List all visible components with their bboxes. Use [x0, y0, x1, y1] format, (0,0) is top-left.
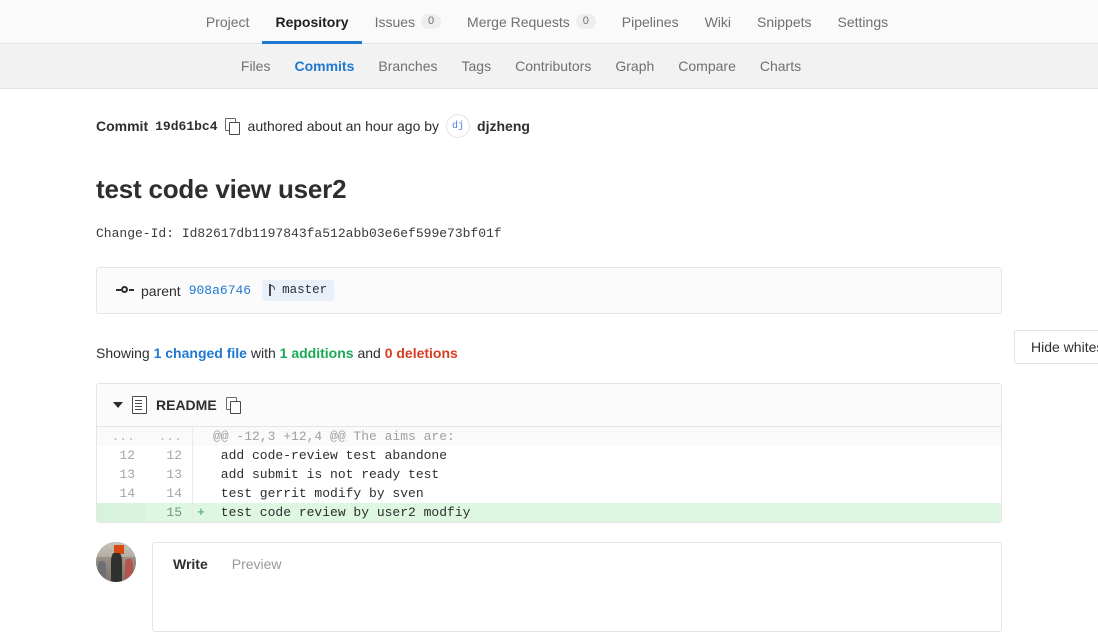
diff-line-marker — [193, 484, 209, 503]
subnav-item-files[interactable]: Files — [229, 58, 283, 74]
commit-label: Commit — [96, 118, 149, 134]
nav-item-pipelines[interactable]: Pipelines — [609, 0, 692, 43]
parent-label: parent — [141, 282, 181, 299]
diff-stats-text: Showing 1 changed file with 1 additions … — [96, 345, 458, 361]
hide-whitespace-button[interactable]: Hide whitespace changes — [1014, 330, 1098, 365]
diff-row: 13 13 add submit is not ready test — [97, 465, 1001, 485]
diff-old-line-number[interactable]: 13 — [97, 465, 145, 484]
copy-file-path-icon[interactable] — [225, 397, 242, 415]
authored-text: authored about an hour ago by — [247, 118, 440, 134]
subnav-item-commits[interactable]: Commits — [282, 58, 366, 74]
diff-stats-row: Showing 1 changed file with 1 additions … — [96, 330, 1098, 365]
diff-old-line-number[interactable]: 14 — [97, 484, 145, 503]
merge-requests-count-badge: 0 — [575, 14, 596, 29]
nav-label: Wiki — [704, 13, 732, 30]
diff-new-line-number[interactable]: 13 — [145, 465, 193, 485]
nav-label: Settings — [837, 13, 889, 30]
author-name[interactable]: djzheng — [477, 118, 530, 134]
comment-editor: Write Preview — [152, 542, 1002, 632]
nav-label: Pipelines — [621, 13, 679, 30]
nav-item-project[interactable]: Project — [193, 0, 263, 43]
deletions-count: 0 deletions — [384, 345, 458, 362]
comment-editor-tabs: Write Preview — [153, 543, 1001, 582]
diff-old-line-number[interactable]: ... — [97, 427, 145, 446]
diff-line-code: @@ -12,3 +12,4 @@ The aims are: — [213, 429, 455, 445]
nav-item-settings[interactable]: Settings — [825, 0, 902, 43]
comment-form-area: Write Preview — [96, 542, 1002, 632]
branch-name: master — [282, 283, 328, 298]
branch-badge[interactable]: master — [262, 280, 335, 302]
copy-sha-icon[interactable] — [224, 118, 241, 135]
nav-item-snippets[interactable]: Snippets — [744, 0, 824, 43]
diff-new-line-number[interactable]: 14 — [145, 484, 193, 504]
issues-count-badge: 0 — [421, 14, 442, 29]
and-label: and — [357, 345, 381, 362]
commit-title: test code view user2 — [96, 174, 347, 204]
diff-new-line-number[interactable]: ... — [145, 427, 193, 447]
additions-count: 1 additions — [279, 345, 354, 362]
primary-navigation: Project Repository Issues 0 Merge Reques… — [0, 0, 1098, 44]
diff-line-marker: + — [197, 505, 205, 521]
parent-sha-link[interactable]: 908a6746 — [189, 283, 251, 298]
commit-description: Change-Id: Id82617db1197843fa512abb03e6e… — [96, 226, 502, 242]
diff-row: 14 14 test gerrit modify by sven — [97, 484, 1001, 504]
nav-item-merge-requests[interactable]: Merge Requests 0 — [454, 0, 609, 43]
nav-label: Snippets — [757, 13, 812, 30]
diff-row-added: 15 + test code review by user2 modfiy — [97, 503, 1001, 523]
changed-files-count: 1 changed file — [153, 345, 247, 362]
commit-metadata-row: Commit 19d61bc4 authored about an hour a… — [96, 89, 1002, 138]
nav-label: Merge Requests — [467, 13, 570, 30]
diff-line-marker — [193, 446, 209, 465]
diff-file-card: README ... ... @@ -12,3 +12,4 @@ The aim… — [96, 383, 1002, 524]
with-label: with — [250, 345, 276, 362]
diff-file-name[interactable]: README — [156, 397, 217, 413]
diff-line-code: add code-review test abandone — [213, 448, 448, 464]
chevron-down-icon[interactable] — [113, 402, 123, 409]
subnav-item-graph[interactable]: Graph — [603, 58, 666, 74]
file-icon — [132, 396, 147, 415]
branch-icon — [268, 284, 277, 297]
nav-label: Issues — [374, 13, 416, 30]
diff-row: 12 12 add code-review test abandone — [97, 446, 1001, 466]
author-avatar[interactable]: dj — [446, 114, 471, 138]
showing-label: Showing — [96, 345, 150, 362]
nav-label: Project — [205, 13, 250, 30]
diff-old-line-number[interactable]: 12 — [97, 446, 145, 465]
author-avatar-initials: dj — [452, 120, 465, 132]
diff-line-marker — [193, 465, 209, 484]
subnav-item-tags[interactable]: Tags — [450, 58, 504, 74]
subnav-item-compare[interactable]: Compare — [666, 58, 748, 74]
primary-navigation-items: Project Repository Issues 0 Merge Reques… — [193, 0, 902, 44]
diff-line-marker — [193, 427, 209, 446]
diff-line-code: add submit is not ready test — [213, 467, 440, 483]
tab-preview[interactable]: Preview — [232, 556, 282, 582]
repository-subnavigation-items: Files Commits Branches Tags Contributors… — [229, 58, 813, 74]
diff-row: ... ... @@ -12,3 +12,4 @@ The aims are: — [97, 427, 1001, 447]
commit-node-icon — [116, 285, 134, 297]
tab-write[interactable]: Write — [173, 556, 208, 582]
current-user-avatar[interactable] — [96, 542, 136, 583]
commit-sha: 19d61bc4 — [155, 118, 218, 134]
diff-line-code: test code review by user2 modfiy — [213, 505, 471, 521]
subnav-item-charts[interactable]: Charts — [748, 58, 813, 74]
subnav-item-contributors[interactable]: Contributors — [503, 58, 603, 74]
diff-new-line-number[interactable]: 12 — [145, 446, 193, 466]
nav-item-wiki[interactable]: Wiki — [692, 0, 744, 43]
diff-file-header: README — [97, 384, 1001, 428]
diff-new-line-number[interactable]: 15 — [145, 503, 193, 523]
diff-old-line-number[interactable] — [97, 503, 145, 523]
diff-lines: ... ... @@ -12,3 +12,4 @@ The aims are: … — [97, 427, 1001, 523]
diff-line-code: test gerrit modify by sven — [213, 486, 424, 502]
parent-commit-box: parent 908a6746 master — [96, 267, 1002, 315]
nav-item-issues[interactable]: Issues 0 — [362, 0, 454, 43]
repository-subnavigation: Files Commits Branches Tags Contributors… — [0, 44, 1098, 89]
nav-item-repository[interactable]: Repository — [262, 0, 362, 44]
subnav-item-branches[interactable]: Branches — [366, 58, 449, 74]
nav-label: Repository — [275, 13, 349, 30]
commit-page: Commit 19d61bc4 authored about an hour a… — [0, 89, 1098, 632]
